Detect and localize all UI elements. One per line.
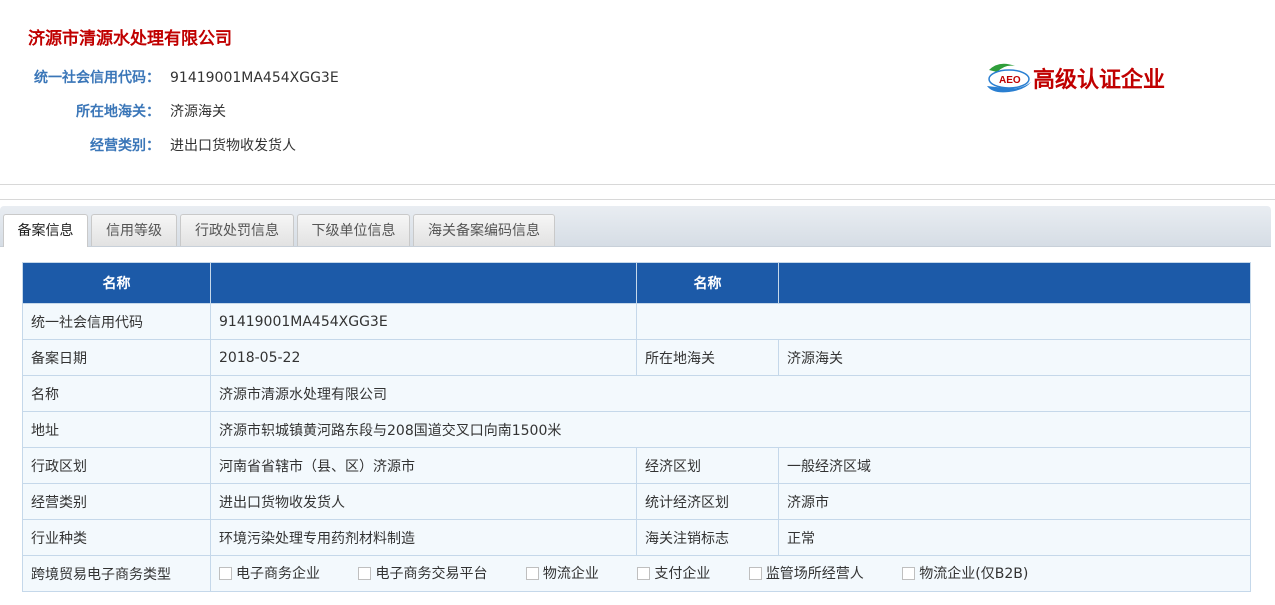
table-row: 统一社会信用代码 91419001MA454XGG3E xyxy=(22,303,1251,340)
table-row: 备案日期 2018-05-22 所在地海关 济源海关 xyxy=(22,339,1251,376)
ecommerce-option[interactable]: 支付企业 xyxy=(637,563,710,583)
row-value: 济源市轵城镇黄河路东段与208国道交叉口向南1500米 xyxy=(210,411,1251,448)
row-value: 91419001MA454XGG3E xyxy=(210,303,637,340)
checkbox-label: 电子商务交易平台 xyxy=(375,566,488,583)
table-row: 跨境贸易电子商务类型 电子商务企业 电子商务交易平台 物流企业 支付企业 监管场… xyxy=(22,555,1251,592)
info-row-credit-code: 统一社会信用代码： 91419001MA454XGG3E xyxy=(0,67,339,89)
company-header: 济源市清源水处理有限公司 统一社会信用代码： 91419001MA454XGG3… xyxy=(0,0,1275,185)
info-value: 91419001MA454XGG3E xyxy=(170,70,339,86)
ecommerce-option[interactable]: 电子商务交易平台 xyxy=(358,563,487,583)
header-empty-2 xyxy=(778,262,1251,304)
row-label: 地址 xyxy=(22,411,211,448)
ecommerce-option[interactable]: 物流企业(仅B2B) xyxy=(902,563,1028,583)
header-name-1: 名称 xyxy=(22,262,211,304)
row-label: 所在地海关 xyxy=(636,339,779,376)
header-name-2: 名称 xyxy=(636,262,779,304)
row-label: 统一社会信用代码 xyxy=(22,303,211,340)
checkbox[interactable] xyxy=(358,566,372,580)
info-label: 经营类别： xyxy=(90,138,160,154)
table-row: 地址 济源市轵城镇黄河路东段与208国道交叉口向南1500米 xyxy=(22,411,1251,448)
row-label: 行业种类 xyxy=(22,519,211,556)
checkbox-label: 监管场所经营人 xyxy=(765,566,864,583)
row-label: 海关注销标志 xyxy=(636,519,779,556)
row-empty xyxy=(636,303,1251,340)
checkbox-label: 电子商务企业 xyxy=(236,566,320,583)
info-row-customs: 所在地海关： 济源海关 xyxy=(0,101,226,123)
aeo-logo-text: AEO xyxy=(999,75,1021,86)
row-label: 统计经济区划 xyxy=(636,483,779,520)
tab-subsidiary-info[interactable]: 下级单位信息 xyxy=(297,214,410,246)
row-value: 济源市 xyxy=(778,483,1251,520)
badge-text: 高级认证企业 xyxy=(1033,68,1166,93)
checkbox[interactable] xyxy=(219,566,232,580)
row-label: 经济区划 xyxy=(636,447,779,484)
tab-penalty-info[interactable]: 行政处罚信息 xyxy=(180,214,294,246)
row-value: 正常 xyxy=(778,519,1251,556)
row-value: 济源海关 xyxy=(778,339,1251,376)
company-name: 济源市清源水处理有限公司 xyxy=(28,29,232,49)
checkbox-label: 物流企业(仅B2B) xyxy=(919,566,1029,583)
checkbox[interactable] xyxy=(748,566,762,580)
tab-customs-code-info[interactable]: 海关备案编码信息 xyxy=(413,214,555,246)
row-label: 名称 xyxy=(22,375,211,412)
table-row: 经营类别 进出口货物收发货人 统计经济区划 济源市 xyxy=(22,483,1251,520)
info-row-category: 经营类别： 进出口货物收发货人 xyxy=(0,135,296,157)
filing-info-table: 名称 名称 统一社会信用代码 91419001MA454XGG3E 备案日期 2… xyxy=(22,262,1251,592)
row-label: 经营类别 xyxy=(22,483,211,520)
info-label: 统一社会信用代码： xyxy=(34,70,160,86)
table-row: 行政区划 河南省省辖市（县、区）济源市 经济区划 一般经济区域 xyxy=(22,447,1251,484)
aeo-badge: AEO 高级认证企业 xyxy=(985,60,1165,96)
ecommerce-option[interactable]: 电子商务企业 xyxy=(219,563,320,583)
row-value: 进出口货物收发货人 xyxy=(210,483,637,520)
info-label: 所在地海关： xyxy=(76,104,160,120)
table-header-row: 名称 名称 xyxy=(22,262,1251,304)
checkbox[interactable] xyxy=(902,566,916,580)
table-row: 行业种类 环境污染处理专用药剂材料制造 海关注销标志 正常 xyxy=(22,519,1251,556)
checkbox[interactable] xyxy=(637,566,651,580)
aeo-logo-icon: AEO xyxy=(987,63,1031,93)
checkbox[interactable] xyxy=(525,566,539,580)
row-value: 一般经济区域 xyxy=(778,447,1251,484)
checkbox-label: 支付企业 xyxy=(654,566,711,583)
checkbox-label: 物流企业 xyxy=(542,566,599,583)
row-label: 行政区划 xyxy=(22,447,211,484)
ecommerce-option[interactable]: 监管场所经营人 xyxy=(748,563,864,583)
tab-filing-info[interactable]: 备案信息 xyxy=(3,214,88,247)
section-divider xyxy=(0,199,1275,200)
ecommerce-option[interactable]: 物流企业 xyxy=(525,563,599,583)
info-value: 济源海关 xyxy=(170,104,226,120)
tab-credit-level[interactable]: 信用等级 xyxy=(91,214,177,246)
table-row: 名称 济源市清源水处理有限公司 xyxy=(22,375,1251,412)
ecommerce-options: 电子商务企业 电子商务交易平台 物流企业 支付企业 监管场所经营人 物流企业(仅… xyxy=(210,555,1251,592)
row-label: 跨境贸易电子商务类型 xyxy=(22,555,211,592)
row-label: 备案日期 xyxy=(22,339,211,376)
row-value: 2018-05-22 xyxy=(210,339,637,376)
row-value: 环境污染处理专用药剂材料制造 xyxy=(210,519,637,556)
row-value: 济源市清源水处理有限公司 xyxy=(210,375,1251,412)
header-empty-1 xyxy=(210,262,637,304)
row-value: 河南省省辖市（县、区）济源市 xyxy=(210,447,637,484)
tab-bar: 备案信息 信用等级 行政处罚信息 下级单位信息 海关备案编码信息 xyxy=(0,206,1271,247)
info-value: 进出口货物收发货人 xyxy=(170,138,296,154)
